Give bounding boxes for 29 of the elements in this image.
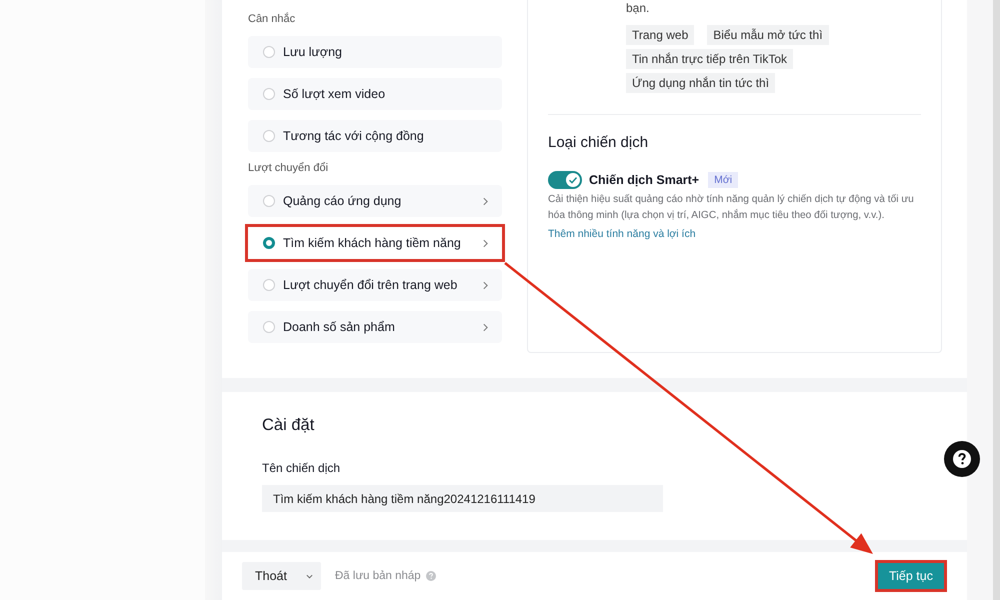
continue-button[interactable]: Tiếp tục bbox=[878, 563, 944, 589]
objective-option[interactable]: Số lượt xem video bbox=[248, 78, 502, 110]
placement-tag: Tin nhắn trực tiếp trên TikTok bbox=[626, 49, 793, 69]
draft-status: Đã lưu bản nháp bbox=[335, 570, 421, 582]
campaign-name-field[interactable]: Tìm kiếm khách hàng tiềm năng20241216111419 bbox=[262, 485, 663, 512]
placement-tag: Trang web bbox=[626, 25, 694, 45]
objective-option[interactable]: Tương tác với cộng đồng bbox=[248, 120, 502, 152]
section-heading: Loại chiến dịch bbox=[548, 133, 650, 153]
scrollbar[interactable] bbox=[993, 0, 1000, 600]
description-text: bạn. bbox=[626, 0, 650, 16]
objective-option[interactable]: Doanh số sản phẩm bbox=[248, 311, 502, 343]
caret-icon bbox=[306, 574, 313, 578]
placement-tag: Biểu mẫu mở tức thì bbox=[707, 25, 829, 45]
group-label: Lượt chuyển đổi bbox=[248, 161, 330, 175]
field-label: Tên chiến dịch bbox=[262, 460, 342, 476]
objective-option[interactable]: Quảng cáo ứng dụng bbox=[248, 185, 502, 217]
help-icon[interactable] bbox=[944, 441, 980, 477]
objective-option[interactable]: Lượt chuyển đổi trên trang web bbox=[248, 269, 502, 301]
group-label: Cân nhắc bbox=[248, 12, 296, 26]
description-text: Cải thiện hiệu suất quảng cáo nhờ tính năng quản lý chiến dịch tự động và tối ưu hóa thông minh (lựa chọn vị trí, AIGC, nhắm mục tiêu theo đối tượng, v.v.). bbox=[548, 193, 915, 223]
toggle-switch[interactable] bbox=[548, 171, 582, 189]
placement-tag: Ứng dụng nhắn tin tức thì bbox=[626, 73, 776, 93]
exit-dropdown[interactable]: Thoát bbox=[242, 562, 321, 590]
objective-option[interactable]: Lưu lượng bbox=[248, 36, 502, 68]
section-heading: Cài đặt bbox=[262, 415, 316, 436]
toggle-label: Chiến dịch Smart+ bbox=[589, 173, 700, 187]
new-badge: Mới bbox=[708, 172, 738, 188]
learn-more-link[interactable]: Thêm nhiều tính năng và lợi ích bbox=[548, 226, 696, 242]
check-knob-icon bbox=[565, 172, 581, 188]
